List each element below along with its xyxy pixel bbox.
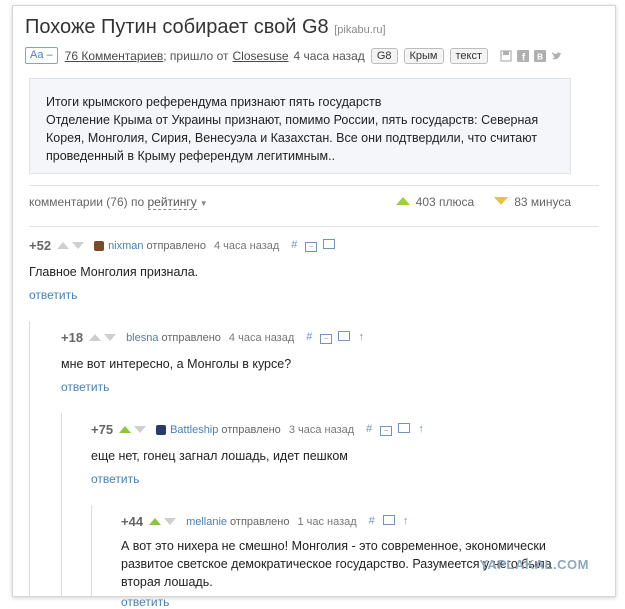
comment-text: Главное Монголия признала. <box>29 265 199 279</box>
thread-line <box>61 413 62 596</box>
caret-down-icon[interactable]: ▼ <box>200 199 208 208</box>
avatar[interactable] <box>94 240 105 251</box>
comment-author[interactable]: blesna <box>126 332 158 344</box>
twitter-icon[interactable] <box>551 50 563 62</box>
parent-arrow-icon[interactable]: ↑ <box>356 331 366 344</box>
save-comment-icon[interactable] <box>398 423 411 436</box>
comment-time: 4 часа назад <box>213 239 280 252</box>
story-headline: Итоги крымского референдума признают пят… <box>46 95 382 109</box>
save-comment-icon[interactable] <box>323 239 336 252</box>
sent-label: отправлено <box>221 423 281 436</box>
upvote-icon[interactable] <box>89 334 102 341</box>
post-time: 4 часа назад <box>293 48 365 63</box>
minus-triangle-icon <box>494 197 509 205</box>
reply-link[interactable]: ответить <box>29 288 589 302</box>
comment-time: 4 часа назад <box>228 331 295 344</box>
collapse-icon[interactable]: – <box>320 331 333 344</box>
comment-author[interactable]: Battleship <box>170 424 218 436</box>
parent-arrow-icon[interactable]: ↑ <box>416 423 426 436</box>
sort-by-dropdown[interactable]: рейтингу <box>147 195 197 210</box>
comment-author[interactable]: mellanie <box>186 516 227 528</box>
comment-3: +75 Battleship отправлено 3 часа назад #… <box>91 422 591 486</box>
tag-g8[interactable]: G8 <box>370 47 398 64</box>
avatar[interactable] <box>156 424 167 435</box>
post-author[interactable]: Closesuse <box>232 49 288 63</box>
tag-crimea[interactable]: Крым <box>403 47 444 64</box>
reply-link[interactable]: ответить <box>61 380 591 394</box>
comment-author[interactable]: nixman <box>108 240 143 252</box>
downvote-icon[interactable] <box>104 334 117 341</box>
divider-top <box>29 185 599 186</box>
thread-line <box>91 505 92 596</box>
comment-text: мне вот интересно, а Монголы в курсе? <box>61 357 292 371</box>
comment-1: +52 nixman отправлено 4 часа назад # – Г… <box>29 238 589 302</box>
reply-link[interactable]: ответить <box>91 472 591 486</box>
comment-score: +44 <box>121 514 144 529</box>
divider-comments <box>29 226 599 227</box>
permalink-icon[interactable]: # <box>304 331 314 344</box>
comments-sort-bar: комментарии (76) по рейтингу ▼ 403 плюса … <box>29 195 571 210</box>
collapse-icon[interactable]: – <box>305 239 318 252</box>
save-comment-icon[interactable] <box>338 331 351 344</box>
font-size-toggle[interactable]: Aa – <box>25 47 58 64</box>
comment-time: 3 часа назад <box>288 423 355 436</box>
plus-triangle-icon <box>395 197 410 205</box>
comment-score: +18 <box>61 330 84 345</box>
permalink-icon[interactable]: # <box>289 239 299 252</box>
post-source[interactable]: [pikabu.ru] <box>334 24 385 36</box>
minus-total: 83 минуса <box>494 195 571 209</box>
upvote-icon[interactable] <box>149 518 162 525</box>
thread-line <box>29 321 30 596</box>
upvote-icon[interactable] <box>119 426 132 433</box>
downvote-icon[interactable] <box>134 426 147 433</box>
plus-total: 403 плюса <box>395 195 474 209</box>
sent-label: отправлено <box>161 331 221 344</box>
post-meta: Aa – 76 Комментариев ; пришло от Closesu… <box>25 47 563 64</box>
parent-arrow-icon[interactable]: ↑ <box>401 515 411 528</box>
collapse-icon[interactable]: – <box>380 423 393 436</box>
came-from-label: ; пришло от <box>163 48 229 63</box>
permalink-icon[interactable]: # <box>364 423 374 436</box>
comment-2: +18 blesna отправлено 4 часа назад # – ↑… <box>61 330 591 394</box>
sent-label: отправлено <box>146 239 206 252</box>
save-comment-icon[interactable] <box>382 515 395 528</box>
downvote-icon[interactable] <box>72 242 85 249</box>
permalink-icon[interactable]: # <box>367 515 377 528</box>
comments-count-label: комментарии (76) по <box>29 195 145 209</box>
facebook-icon[interactable]: f <box>517 49 530 63</box>
comment-score: +75 <box>91 422 114 437</box>
comment-text: еще нет, гонец загнал лошадь, идет пешко… <box>91 449 348 463</box>
reply-link[interactable]: ответить <box>121 595 591 609</box>
vk-icon[interactable]: B <box>534 49 547 62</box>
post-title: Похоже Путин собирает свой G8 [pikabu.ru… <box>25 16 386 39</box>
comment-score: +52 <box>29 238 52 253</box>
comment-time: 1 час назад <box>297 515 357 528</box>
comments-link[interactable]: 76 Комментариев <box>65 49 164 63</box>
downvote-icon[interactable] <box>164 518 177 525</box>
post-title-text: Похоже Путин собирает свой G8 <box>25 16 329 38</box>
upvote-icon[interactable] <box>57 242 70 249</box>
story-text: Отделение Крыма от Украины признают, пом… <box>46 113 539 163</box>
page-frame: Похоже Путин собирает свой G8 [pikabu.ru… <box>12 5 616 609</box>
watermark-logo: YAPLAKAL.COM <box>479 557 589 572</box>
tag-text[interactable]: текст <box>449 47 489 64</box>
svg-text:B: B <box>537 52 543 61</box>
story-box: Итоги крымского референдума признают пят… <box>29 78 571 174</box>
save-icon[interactable] <box>500 49 512 62</box>
sent-label: отправлено <box>230 515 290 528</box>
